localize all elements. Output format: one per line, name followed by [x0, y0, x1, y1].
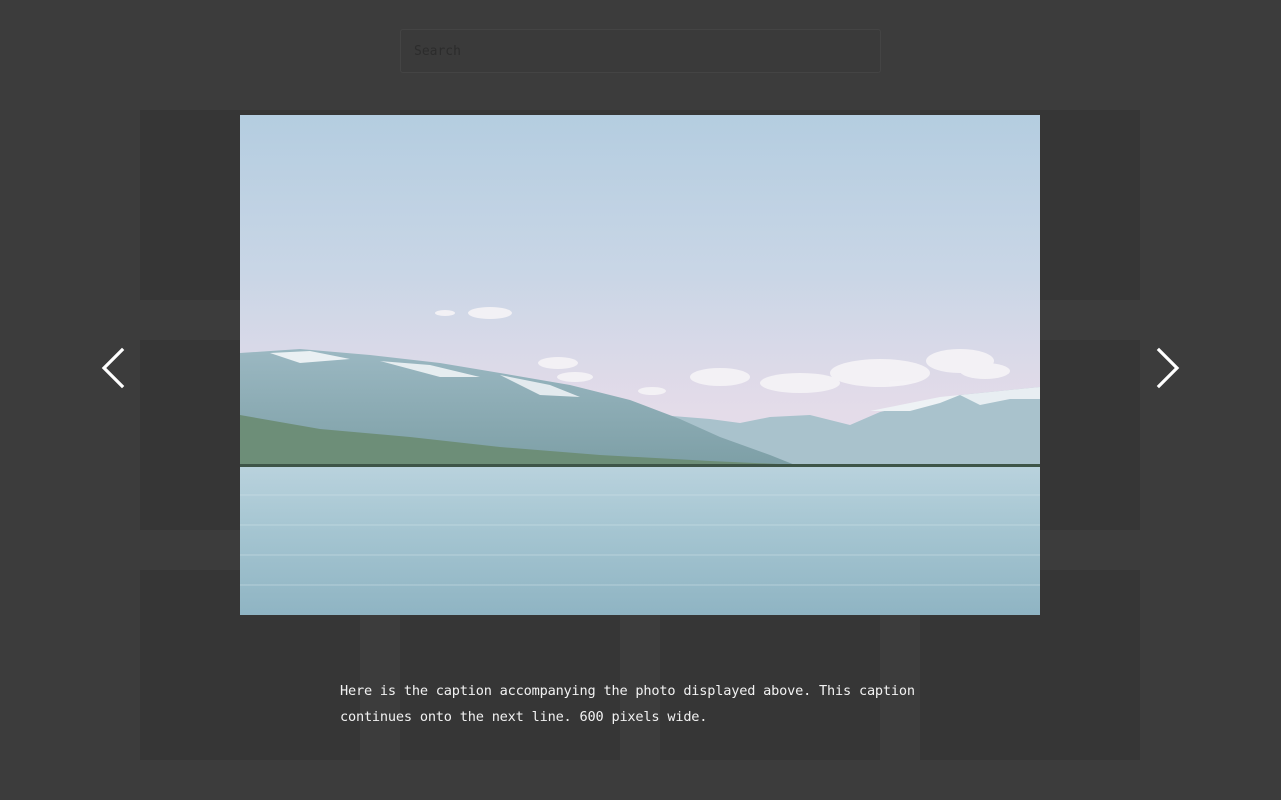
chevron-right-icon: [1156, 347, 1180, 389]
lightbox-photo: [240, 115, 1040, 615]
gallery-page: Here is the caption accompanying the pho…: [0, 0, 1281, 800]
next-photo-button[interactable]: [1140, 340, 1196, 396]
previous-photo-button[interactable]: [85, 340, 141, 396]
photo-caption: Here is the caption accompanying the pho…: [340, 683, 915, 725]
chevron-left-icon: [101, 347, 125, 389]
search-input[interactable]: [400, 29, 881, 73]
